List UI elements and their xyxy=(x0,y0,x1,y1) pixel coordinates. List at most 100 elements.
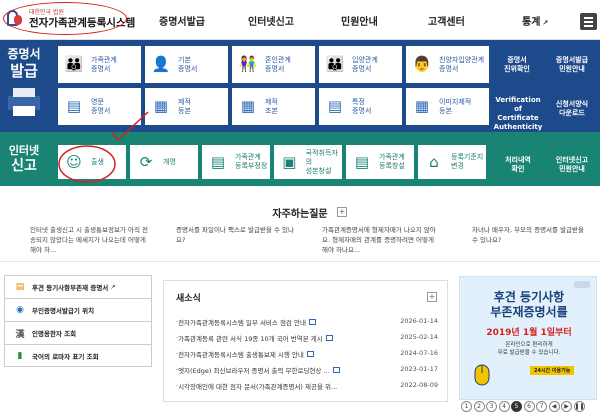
banner-date: 2019년 1월 1일부터 xyxy=(486,328,572,338)
news-panel: 새소식 + · 전자가족관계등록시스템 일부 서비스 점검 안내 2026-01-… xyxy=(163,280,448,402)
faq-more-button[interactable]: + xyxy=(337,207,347,217)
banner-desc: 온라인으로 편리하게 무료 발급받을 수 있습니다. xyxy=(497,342,561,356)
logo-subtitle: 대한민국 법원 xyxy=(29,8,65,16)
certificate-card[interactable]: 👨 친양자입양관계 증명서 xyxy=(406,46,489,83)
faq-title: 자주하는질문 xyxy=(272,209,328,220)
quick-link-hanja[interactable]: 漢 인명용한자 조회 xyxy=(4,321,152,344)
new-badge-icon xyxy=(308,319,316,325)
english-doc-icon: ▤ xyxy=(66,97,82,115)
pager-dot[interactable]: 1 xyxy=(461,401,472,412)
quick-links: ▤ 후견 등기사항부존재 증명서 ↗ ◉ 무인증명서발급기 위치 漢 인명용한자 조회 … xyxy=(4,275,152,367)
next-icon[interactable]: ▶ xyxy=(561,401,572,412)
site-logo[interactable]: 대한민국 법원 전자가족관계등록시스템 xyxy=(6,4,135,34)
card-label: 증명서 xyxy=(178,64,198,73)
news-item[interactable]: · 전자가족관계등록시스템 일부 서비스 점검 안내 2026-01-14 xyxy=(176,317,438,327)
card-label: 증명서 xyxy=(91,106,111,115)
report-card[interactable]: ⌂ 등록기준지 변경 xyxy=(418,145,486,179)
card-label: 가족관계 xyxy=(91,55,117,64)
card-label: 국적취득자의 xyxy=(305,148,338,166)
guardianship-banner[interactable]: 후견 등기사항 부존재증명서를 2019년 1월 1일부터 온라인으로 편리하게 무… xyxy=(459,276,597,400)
card-label: 성본창설 xyxy=(305,166,332,175)
printer-icon xyxy=(8,88,40,116)
pager-dot[interactable]: 4 xyxy=(498,401,510,412)
certificate-card[interactable]: 👪 입양관계 증명서 xyxy=(319,46,402,83)
card-label: 증명서 xyxy=(352,64,372,73)
court-emblem-icon xyxy=(574,281,590,288)
card-label: 친양자입양관계 xyxy=(439,55,485,64)
external-link-icon: ↗ xyxy=(110,283,116,291)
document-icon: ▤ xyxy=(327,97,343,115)
pager-dot[interactable]: 5 xyxy=(511,401,522,412)
card-label: 등록창설 xyxy=(379,162,405,170)
nav-civil-guide[interactable]: 민원안내 xyxy=(341,13,378,28)
card-label: 기본 xyxy=(178,55,191,64)
verify-certificate-button[interactable]: 증명서 진위확인 xyxy=(496,56,538,74)
family-group-icon: 👨 xyxy=(412,55,432,73)
pager-dot[interactable]: 3 xyxy=(486,401,497,412)
news-item-date: 2025-02-14 xyxy=(400,333,438,341)
news-more-button[interactable]: + xyxy=(427,292,437,302)
pager-dot[interactable]: 6 xyxy=(523,401,535,412)
news-item[interactable]: · 시각장애인에 대한 점자 문서(가족관계증명서) 제공을 위... 2022-… xyxy=(176,381,438,391)
news-item[interactable]: · 엣지(Edge) 최신브라우저 증명서 출력 무한로딩현상 ... 2023-… xyxy=(176,365,438,375)
faq-item[interactable]: 가족관계증명서에 형제자매가 나오지 않아요. 형제자매의 관계를 증명하려면 … xyxy=(322,225,440,255)
news-item-date: 2023-01-17 xyxy=(400,365,438,373)
pager-dot[interactable]: 7 xyxy=(536,401,547,412)
news-item[interactable]: · 전자가족관계등록시스템 출생통보제 시행 안내 2024-07-16 xyxy=(176,349,438,359)
verification-authenticity-button[interactable]: Verification of Certificate Authenticity xyxy=(492,96,544,132)
certificate-card[interactable]: 👤 기본 증명서 xyxy=(145,46,228,83)
news-item-date: 2026-01-14 xyxy=(400,317,438,325)
faq-item[interactable]: 인터넷 출생신고 시 출생통보정보가 아직 전송되지 않았다는 메세지가 나오는… xyxy=(30,225,148,255)
card-label: 가족관계 xyxy=(379,153,405,161)
quick-link-kiosk-location[interactable]: ◉ 무인증명서발급기 위치 xyxy=(4,298,152,321)
card-label: 제적 xyxy=(265,97,278,106)
nav-customer-center[interactable]: 고객센터 xyxy=(428,13,465,28)
news-item-title: 엣지(Edge) 최신브라우저 증명서 출력 무한로딩현상 ... xyxy=(178,367,330,375)
report-card[interactable]: ☺ 출생 xyxy=(58,145,126,179)
new-badge-icon xyxy=(332,367,340,373)
form-download-button[interactable]: 신청서양식 다운로드 xyxy=(548,100,596,118)
process-status-button[interactable]: 처리내역 확인 xyxy=(497,156,539,174)
certificate-card[interactable]: ▤ 특정 증명서 xyxy=(319,88,402,125)
news-item-title: 가족관계등록 관련 서식 19종 10개 국어 번역본 게시 xyxy=(178,335,323,343)
report-card[interactable]: ▤ 가족관계 등록부정정 xyxy=(202,145,270,179)
faq-item[interactable]: 자녀나 배우자, 부모의 증명서를 발급받을 수 있나요? xyxy=(472,225,590,245)
card-label: 증명서 xyxy=(439,64,459,73)
pause-icon[interactable]: ❚❚ xyxy=(573,401,585,412)
quick-link-romanization[interactable]: ▮ 국어의 로마자 표기 조회 xyxy=(4,344,152,367)
card-label: 개명 xyxy=(163,157,176,166)
quick-link-guardianship[interactable]: ▤ 후견 등기사항부존재 증명서 ↗ xyxy=(4,275,152,298)
prev-icon[interactable]: ◀ xyxy=(548,401,560,412)
certificate-card[interactable]: ▦ 이미지제적 등본 xyxy=(406,88,489,125)
pager-dot[interactable]: 2 xyxy=(473,401,485,412)
nav-certificate[interactable]: 증명서발급 xyxy=(159,13,205,28)
nav-statistics[interactable]: 통계 ↗ xyxy=(522,13,548,28)
report-card[interactable]: ▤ 가족관계 등록창설 xyxy=(346,145,414,179)
nav-internet-report[interactable]: 인터넷신고 xyxy=(248,13,294,28)
faq-item[interactable]: 증명서를 파일이나 팩스로 발급받을 수 있나요? xyxy=(176,225,294,245)
certificate-card[interactable]: 👪 가족관계 증명서 xyxy=(58,46,141,83)
court-logo-icon xyxy=(6,8,24,30)
report-card[interactable]: ▣ 국적취득자의 성본창설 xyxy=(274,145,342,179)
card-label: 입양관계 xyxy=(352,55,378,64)
card-label: 증명서 xyxy=(352,106,372,115)
news-item[interactable]: · 가족관계등록 관련 서식 19종 10개 국어 번역본 게시 2025-02-… xyxy=(176,333,438,343)
card-label: 증명서 xyxy=(91,64,111,73)
certificate-card[interactable]: ▦ 제적 초본 xyxy=(232,88,315,125)
certificate-card[interactable]: ▦ 제적 등본 xyxy=(145,88,228,125)
location-icon: ◉ xyxy=(16,305,24,315)
certificate-card[interactable]: ▤ 영문 증명서 xyxy=(58,88,141,125)
image-register-icon: ▦ xyxy=(414,97,430,115)
certificate-icon: ▤ xyxy=(15,282,25,292)
register-icon: ▦ xyxy=(240,97,256,115)
card-label: 등록기준지 xyxy=(451,153,484,161)
card-label: 특정 xyxy=(352,97,365,106)
news-title: 새소식 xyxy=(176,294,201,304)
report-card[interactable]: ⟳ 개명 xyxy=(130,145,198,179)
report-guide-button[interactable]: 인터넷신고 민원안내 xyxy=(548,156,596,174)
logo-title: 전자가족관계등록시스템 xyxy=(29,16,136,29)
card-label: 등본 xyxy=(178,106,191,115)
certificate-card[interactable]: 👫 혼인관계 증명서 xyxy=(232,46,315,83)
certificate-guide-button[interactable]: 증명서발급 민원안내 xyxy=(548,56,596,74)
menu-button[interactable] xyxy=(580,13,597,30)
